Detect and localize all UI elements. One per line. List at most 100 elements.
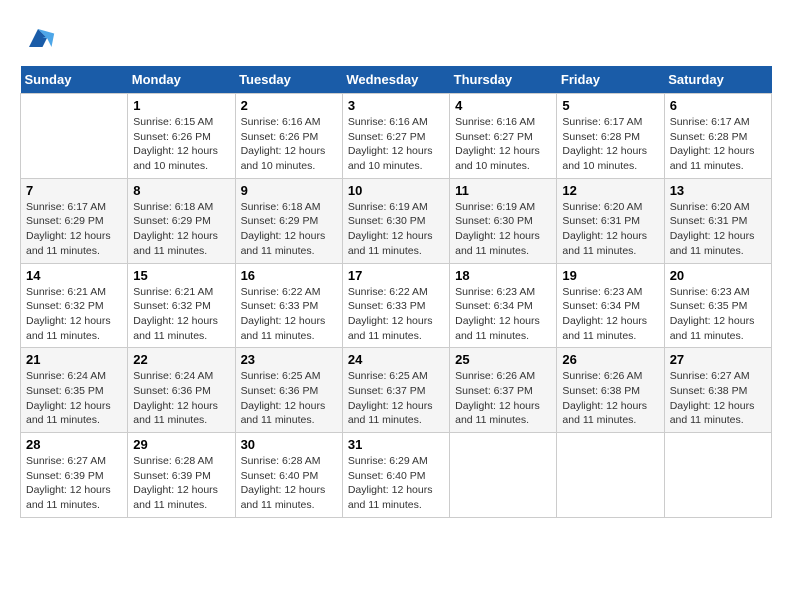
day-info: Sunrise: 6:28 AMSunset: 6:39 PMDaylight:… (133, 454, 229, 513)
day-info: Sunrise: 6:27 AMSunset: 6:39 PMDaylight:… (26, 454, 122, 513)
calendar-cell: 20 Sunrise: 6:23 AMSunset: 6:35 PMDayligh… (664, 263, 771, 348)
day-number: 30 (241, 437, 337, 452)
day-number: 12 (562, 183, 658, 198)
day-info: Sunrise: 6:20 AMSunset: 6:31 PMDaylight:… (562, 200, 658, 259)
weekday-header: Thursday (450, 66, 557, 94)
day-info: Sunrise: 6:29 AMSunset: 6:40 PMDaylight:… (348, 454, 444, 513)
day-info: Sunrise: 6:22 AMSunset: 6:33 PMDaylight:… (241, 285, 337, 344)
calendar-cell: 3 Sunrise: 6:16 AMSunset: 6:27 PMDaylight… (342, 94, 449, 179)
day-number: 18 (455, 268, 551, 283)
day-info: Sunrise: 6:20 AMSunset: 6:31 PMDaylight:… (670, 200, 766, 259)
calendar-cell: 11 Sunrise: 6:19 AMSunset: 6:30 PMDayligh… (450, 178, 557, 263)
calendar-cell: 23Sunrise: 6:25 AMSunset: 6:36 PMDayligh… (235, 348, 342, 433)
calendar-cell: 6 Sunrise: 6:17 AMSunset: 6:28 PMDaylight… (664, 94, 771, 179)
day-info: Sunrise: 6:23 AMSunset: 6:35 PMDaylight:… (670, 285, 766, 344)
calendar-cell (21, 94, 128, 179)
day-info: Sunrise: 6:23 AMSunset: 6:34 PMDaylight:… (455, 285, 551, 344)
page-header (20, 20, 772, 56)
calendar-cell: 22 Sunrise: 6:24 AMSunset: 6:36 PMDayligh… (128, 348, 235, 433)
calendar-cell: 1Sunrise: 6:15 AMSunset: 6:26 PMDaylight… (128, 94, 235, 179)
day-number: 25 (455, 352, 551, 367)
day-number: 4 (455, 98, 551, 113)
calendar-cell: 26 Sunrise: 6:26 AMSunset: 6:38 PMDayligh… (557, 348, 664, 433)
day-number: 23 (241, 352, 337, 367)
day-number: 27 (670, 352, 766, 367)
day-number: 1 (133, 98, 229, 113)
weekday-header: Wednesday (342, 66, 449, 94)
day-number: 14 (26, 268, 122, 283)
calendar-cell: 10 Sunrise: 6:19 AMSunset: 6:30 PMDayligh… (342, 178, 449, 263)
day-number: 22 (133, 352, 229, 367)
day-number: 26 (562, 352, 658, 367)
day-number: 3 (348, 98, 444, 113)
calendar-cell (450, 433, 557, 518)
calendar-week-row: 28 Sunrise: 6:27 AMSunset: 6:39 PMDayligh… (21, 433, 772, 518)
calendar-cell: 21 Sunrise: 6:24 AMSunset: 6:35 PMDayligh… (21, 348, 128, 433)
calendar-cell: 19 Sunrise: 6:23 AMSunset: 6:34 PMDayligh… (557, 263, 664, 348)
day-number: 16 (241, 268, 337, 283)
calendar-cell: 2Sunrise: 6:16 AMSunset: 6:26 PMDaylight… (235, 94, 342, 179)
day-number: 24 (348, 352, 444, 367)
logo (20, 20, 62, 56)
day-number: 11 (455, 183, 551, 198)
calendar-cell: 30 Sunrise: 6:28 AMSunset: 6:40 PMDayligh… (235, 433, 342, 518)
calendar-cell: 29 Sunrise: 6:28 AMSunset: 6:39 PMDayligh… (128, 433, 235, 518)
calendar-week-row: 14 Sunrise: 6:21 AMSunset: 6:32 PMDayligh… (21, 263, 772, 348)
day-info: Sunrise: 6:27 AMSunset: 6:38 PMDaylight:… (670, 369, 766, 428)
weekday-header: Sunday (21, 66, 128, 94)
day-number: 31 (348, 437, 444, 452)
day-info: Sunrise: 6:16 AMSunset: 6:26 PMDaylight:… (241, 115, 337, 174)
calendar-cell: 17Sunrise: 6:22 AMSunset: 6:33 PMDayligh… (342, 263, 449, 348)
day-info: Sunrise: 6:18 AMSunset: 6:29 PMDaylight:… (133, 200, 229, 259)
day-info: Sunrise: 6:19 AMSunset: 6:30 PMDaylight:… (348, 200, 444, 259)
weekday-header: Tuesday (235, 66, 342, 94)
day-info: Sunrise: 6:28 AMSunset: 6:40 PMDaylight:… (241, 454, 337, 513)
day-number: 28 (26, 437, 122, 452)
day-info: Sunrise: 6:24 AMSunset: 6:35 PMDaylight:… (26, 369, 122, 428)
day-number: 21 (26, 352, 122, 367)
calendar-cell: 15 Sunrise: 6:21 AMSunset: 6:32 PMDayligh… (128, 263, 235, 348)
day-number: 8 (133, 183, 229, 198)
day-info: Sunrise: 6:26 AMSunset: 6:38 PMDaylight:… (562, 369, 658, 428)
day-number: 15 (133, 268, 229, 283)
day-info: Sunrise: 6:21 AMSunset: 6:32 PMDaylight:… (26, 285, 122, 344)
day-number: 6 (670, 98, 766, 113)
day-info: Sunrise: 6:25 AMSunset: 6:37 PMDaylight:… (348, 369, 444, 428)
day-number: 10 (348, 183, 444, 198)
header-row: SundayMondayTuesdayWednesdayThursdayFrid… (21, 66, 772, 94)
calendar-cell: 8 Sunrise: 6:18 AMSunset: 6:29 PMDaylight… (128, 178, 235, 263)
day-info: Sunrise: 6:22 AMSunset: 6:33 PMDaylight:… (348, 285, 444, 344)
weekday-header: Monday (128, 66, 235, 94)
calendar-cell (557, 433, 664, 518)
day-number: 9 (241, 183, 337, 198)
day-number: 5 (562, 98, 658, 113)
day-info: Sunrise: 6:24 AMSunset: 6:36 PMDaylight:… (133, 369, 229, 428)
weekday-header: Saturday (664, 66, 771, 94)
day-number: 19 (562, 268, 658, 283)
calendar-cell: 24 Sunrise: 6:25 AMSunset: 6:37 PMDayligh… (342, 348, 449, 433)
calendar-cell: 13 Sunrise: 6:20 AMSunset: 6:31 PMDayligh… (664, 178, 771, 263)
day-info: Sunrise: 6:19 AMSunset: 6:30 PMDaylight:… (455, 200, 551, 259)
calendar-cell: 18 Sunrise: 6:23 AMSunset: 6:34 PMDayligh… (450, 263, 557, 348)
calendar-table: SundayMondayTuesdayWednesdayThursdayFrid… (20, 66, 772, 518)
calendar-cell: 4 Sunrise: 6:16 AMSunset: 6:27 PMDaylight… (450, 94, 557, 179)
calendar-cell: 9 Sunrise: 6:18 AMSunset: 6:29 PMDaylight… (235, 178, 342, 263)
day-info: Sunrise: 6:21 AMSunset: 6:32 PMDaylight:… (133, 285, 229, 344)
calendar-week-row: 1Sunrise: 6:15 AMSunset: 6:26 PMDaylight… (21, 94, 772, 179)
day-info: Sunrise: 6:26 AMSunset: 6:37 PMDaylight:… (455, 369, 551, 428)
day-info: Sunrise: 6:16 AMSunset: 6:27 PMDaylight:… (348, 115, 444, 174)
day-info: Sunrise: 6:17 AMSunset: 6:28 PMDaylight:… (670, 115, 766, 174)
day-number: 29 (133, 437, 229, 452)
calendar-cell: 5 Sunrise: 6:17 AMSunset: 6:28 PMDaylight… (557, 94, 664, 179)
day-info: Sunrise: 6:17 AMSunset: 6:28 PMDaylight:… (562, 115, 658, 174)
day-info: Sunrise: 6:18 AMSunset: 6:29 PMDaylight:… (241, 200, 337, 259)
calendar-cell: 27 Sunrise: 6:27 AMSunset: 6:38 PMDayligh… (664, 348, 771, 433)
logo-icon (20, 20, 56, 56)
calendar-cell: 7Sunrise: 6:17 AMSunset: 6:29 PMDaylight… (21, 178, 128, 263)
calendar-cell: 31 Sunrise: 6:29 AMSunset: 6:40 PMDayligh… (342, 433, 449, 518)
calendar-cell: 16 Sunrise: 6:22 AMSunset: 6:33 PMDayligh… (235, 263, 342, 348)
day-number: 13 (670, 183, 766, 198)
day-info: Sunrise: 6:16 AMSunset: 6:27 PMDaylight:… (455, 115, 551, 174)
day-info: Sunrise: 6:23 AMSunset: 6:34 PMDaylight:… (562, 285, 658, 344)
day-number: 20 (670, 268, 766, 283)
